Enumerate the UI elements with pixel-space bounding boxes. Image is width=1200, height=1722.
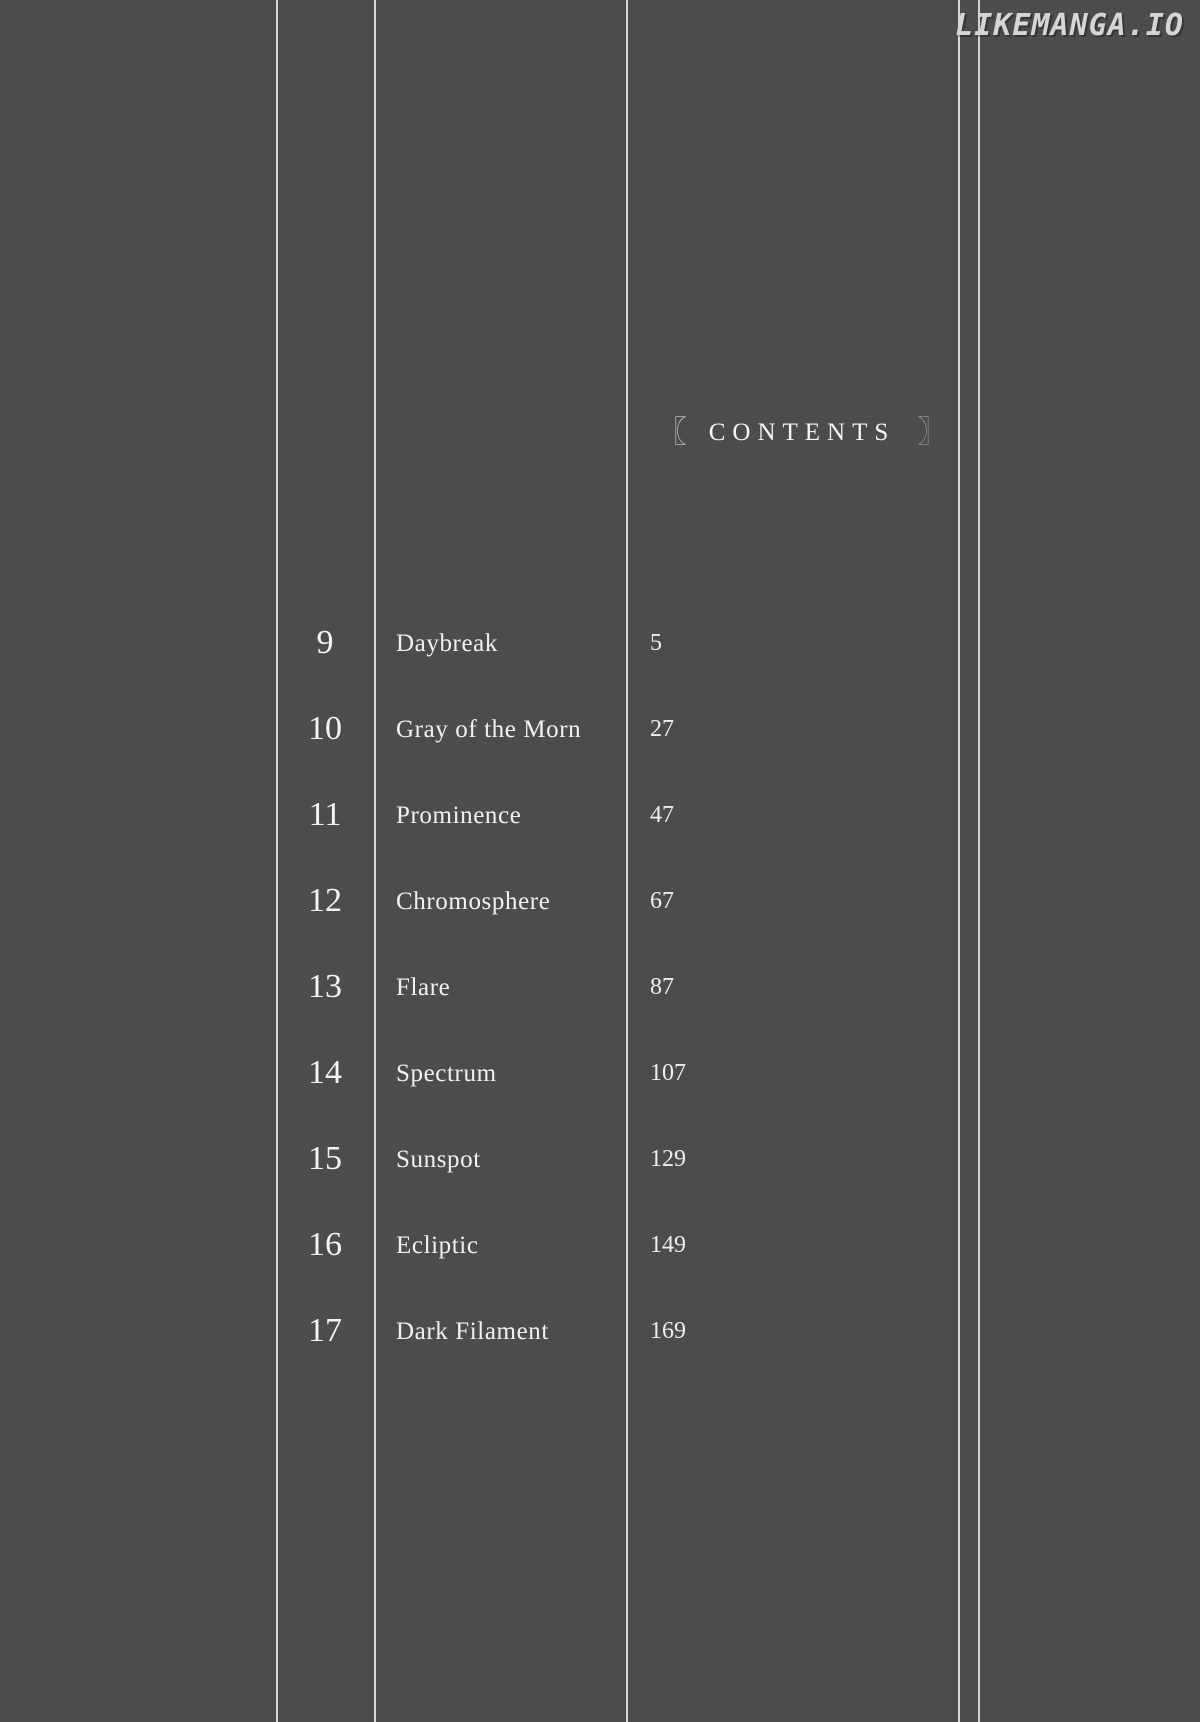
table-row[interactable]: 12 Chromosphere 67 [0, 858, 1200, 944]
table-row[interactable]: 16 Ecliptic 149 [0, 1202, 1200, 1288]
chapter-number: 9 [316, 624, 334, 661]
table-row[interactable]: 17 Dark Filament 169 [0, 1288, 1200, 1374]
chapter-page: 129 [650, 1146, 686, 1172]
chapter-page: 169 [650, 1318, 686, 1344]
chapter-page: 27 [650, 716, 674, 742]
bracket-left-icon: 〖 [656, 415, 687, 450]
table-of-contents: 9 Daybreak 5 10 Gray of the Morn 27 11 P… [0, 600, 1200, 1374]
chapter-number: 10 [308, 710, 342, 747]
chapter-page: 107 [650, 1060, 686, 1086]
chapter-number: 15 [308, 1140, 342, 1177]
contents-page: LIKEMANGA.IO 〖 CONTENTS 〗 9 Daybreak 5 1… [0, 0, 1200, 1722]
chapter-number: 14 [308, 1054, 342, 1091]
chapter-title: Chromosphere [396, 887, 551, 915]
chapter-number: 16 [308, 1226, 342, 1263]
site-watermark: LIKEMANGA.IO [955, 8, 1184, 43]
table-row[interactable]: 10 Gray of the Morn 27 [0, 686, 1200, 772]
table-row[interactable]: 14 Spectrum 107 [0, 1030, 1200, 1116]
chapter-page: 47 [650, 802, 674, 828]
chapter-title: Gray of the Morn [396, 715, 582, 743]
chapter-title: Flare [396, 973, 451, 1001]
table-row[interactable]: 9 Daybreak 5 [0, 600, 1200, 686]
chapter-number: 17 [308, 1312, 342, 1349]
chapter-number: 11 [308, 796, 342, 833]
chapter-title: Spectrum [396, 1059, 497, 1087]
page-title: 〖 CONTENTS 〗 [626, 418, 978, 448]
chapter-title: Dark Filament [396, 1317, 549, 1345]
contents-title-label: CONTENTS [708, 419, 896, 446]
chapter-page: 149 [650, 1232, 686, 1258]
table-row[interactable]: 13 Flare 87 [0, 944, 1200, 1030]
chapter-page: 67 [650, 888, 674, 914]
chapter-title: Daybreak [396, 629, 498, 657]
chapter-title: Sunspot [396, 1145, 481, 1173]
chapter-page: 5 [650, 630, 662, 656]
chapter-number: 12 [308, 882, 342, 919]
chapter-number: 13 [308, 968, 342, 1005]
table-row[interactable]: 11 Prominence 47 [0, 772, 1200, 858]
table-row[interactable]: 15 Sunspot 129 [0, 1116, 1200, 1202]
chapter-page: 87 [650, 974, 674, 1000]
chapter-title: Ecliptic [396, 1231, 479, 1259]
bracket-right-icon: 〗 [917, 415, 948, 450]
chapter-title: Prominence [396, 801, 522, 829]
